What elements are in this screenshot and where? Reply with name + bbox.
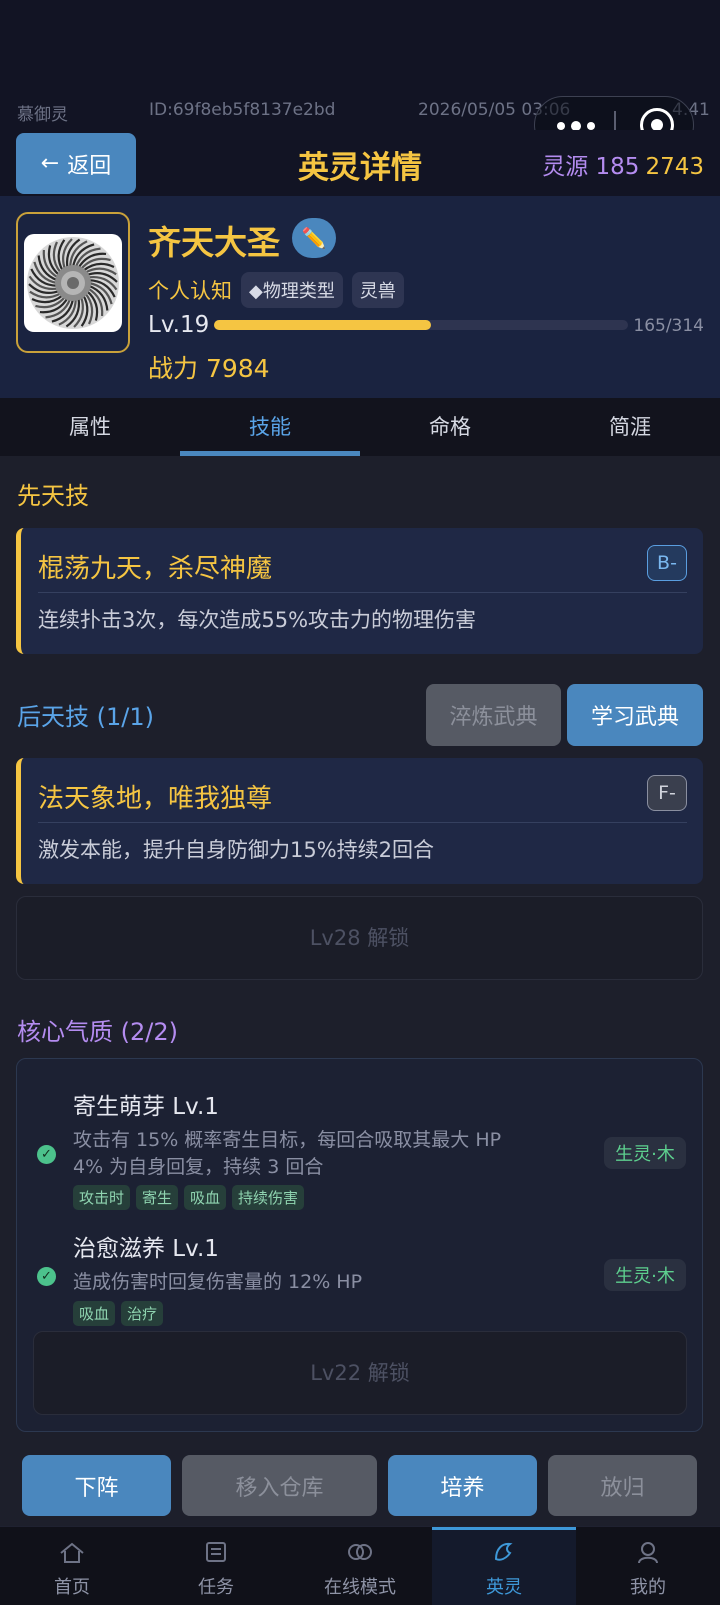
acquired-skill-desc: 激发本能，提升自身防御力15%持续2回合 bbox=[38, 838, 435, 862]
trait-tags: 攻击时 寄生 吸血 持续伤害 bbox=[73, 1185, 305, 1210]
trait-tag: 吸血 bbox=[184, 1185, 227, 1210]
innate-skill-name: 棍荡九天，杀尽神魔 bbox=[38, 554, 273, 584]
spirit-source: 灵源 185 bbox=[542, 154, 640, 180]
pencil-icon: ✏️ bbox=[301, 226, 327, 250]
exp-text: 165/314 bbox=[633, 316, 704, 336]
spiral-emblem-icon bbox=[27, 237, 119, 329]
nav-label: 在线模式 bbox=[324, 1577, 396, 1598]
acquired-section-title: 后天技 (1/1) bbox=[17, 703, 154, 731]
back-button[interactable]: ← 返回 bbox=[16, 133, 136, 194]
spirit-icon bbox=[494, 1542, 513, 1561]
tag-type: ◆物理类型 bbox=[241, 272, 343, 308]
tab-biography[interactable]: 简涯 bbox=[540, 398, 720, 456]
core-traits-panel: ✓ 寄生萌芽 Lv.1 攻击有 15% 概率寄生目标，每回合吸取其最大 HP 4… bbox=[16, 1058, 703, 1432]
detail-tabs: 属性 技能 命格 简涯 bbox=[0, 398, 720, 456]
trait-tag: 吸血 bbox=[73, 1301, 116, 1326]
nav-heroes[interactable]: 英灵 bbox=[432, 1527, 576, 1605]
tag-personal: 个人认知 bbox=[148, 279, 232, 303]
nav-tasks[interactable]: 任务 bbox=[144, 1527, 288, 1605]
tab-skills[interactable]: 技能 bbox=[180, 398, 360, 456]
train-button[interactable]: 培养 bbox=[388, 1455, 537, 1516]
trait-name: 治愈滋养 Lv.1 bbox=[73, 1236, 219, 1262]
check-icon: ✓ bbox=[37, 1145, 56, 1164]
arrow-left-icon: ← bbox=[40, 151, 60, 176]
header: ← 返回 英灵详情 灵源 185 2743 bbox=[0, 130, 720, 196]
trait-desc: 攻击有 15% 概率寄生目标，每回合吸取其最大 HP 4% 为自身回复，持续 3… bbox=[73, 1129, 502, 1178]
action-bar: 下阵 移入仓库 培养 放归 bbox=[0, 1440, 720, 1526]
trait-tag: 攻击时 bbox=[73, 1185, 131, 1210]
tab-destiny[interactable]: 命格 bbox=[360, 398, 540, 456]
tab-attributes[interactable]: 属性 bbox=[0, 398, 180, 456]
user-id: ID:69f8eb5f8137e2bd bbox=[149, 100, 336, 120]
move-to-storage-button[interactable]: 移入仓库 bbox=[182, 1455, 377, 1516]
deploy-button[interactable]: 下阵 bbox=[22, 1455, 171, 1516]
innate-section-title: 先天技 bbox=[17, 482, 89, 510]
check-icon: ✓ bbox=[37, 1267, 56, 1286]
trait-tag: 治疗 bbox=[121, 1301, 164, 1326]
tag-class: 灵兽 bbox=[351, 272, 404, 308]
hero-tags: 个人认知 ◆物理类型 灵兽 bbox=[148, 272, 404, 308]
rings-icon bbox=[348, 1544, 372, 1560]
trait-name: 寄生萌芽 Lv.1 bbox=[73, 1094, 219, 1120]
bottom-nav: 首页 任务 在线模式 英灵 我的 bbox=[0, 1526, 720, 1605]
profile-icon bbox=[638, 1542, 658, 1564]
hero-name: 齐天大圣 bbox=[148, 223, 280, 262]
refine-manual-button[interactable]: 淬炼武典 bbox=[426, 684, 561, 746]
element-badge: 生灵·木 bbox=[604, 1137, 686, 1169]
acquired-skill-card[interactable]: 法天象地，唯我独尊 F- 激发本能，提升自身防御力15%持续2回合 bbox=[16, 758, 703, 884]
gold-amount: 2743 bbox=[645, 154, 704, 180]
currency-display: 灵源 185 2743 bbox=[542, 147, 704, 181]
exp-bar-fill bbox=[214, 320, 432, 330]
trait-tags: 吸血 治疗 bbox=[73, 1301, 164, 1326]
innate-skill-desc: 连续扑击3次，每次造成55%攻击力的物理伤害 bbox=[38, 608, 477, 632]
nav-home[interactable]: 首页 bbox=[0, 1527, 144, 1605]
innate-skill-card[interactable]: 棍荡九天，杀尽神魔 B- 连续扑击3次，每次造成55%攻击力的物理伤害 bbox=[16, 528, 703, 654]
release-button[interactable]: 放归 bbox=[548, 1455, 697, 1516]
divider bbox=[38, 592, 687, 593]
core-section-title: 核心气质 (2/2) bbox=[17, 1018, 178, 1046]
nav-online[interactable]: 在线模式 bbox=[288, 1527, 432, 1605]
trait-item[interactable]: ✓ 寄生萌芽 Lv.1 攻击有 15% 概率寄生目标，每回合吸取其最大 HP 4… bbox=[17, 1087, 704, 1217]
hero-card: 齐天大圣 ✏️ 个人认知 ◆物理类型 灵兽 Lv.19 165/314 战力 7… bbox=[0, 196, 720, 398]
locked-skill-slot: Lv28 解锁 bbox=[16, 896, 703, 980]
hero-level: Lv.19 bbox=[148, 312, 210, 338]
rename-button[interactable]: ✏️ bbox=[292, 218, 336, 258]
hero-avatar[interactable] bbox=[16, 212, 130, 353]
trait-desc: 造成伤害时回复伤害量的 12% HP bbox=[73, 1271, 363, 1293]
learn-manual-button[interactable]: 学习武典 bbox=[567, 684, 703, 746]
home-icon bbox=[60, 1542, 84, 1563]
nav-label: 我的 bbox=[630, 1577, 666, 1598]
back-label: 返回 bbox=[67, 153, 112, 179]
skill-grade-badge: B- bbox=[647, 545, 687, 581]
avatar-image bbox=[24, 234, 122, 332]
app-name: 慕御灵 bbox=[17, 105, 68, 125]
nav-label: 首页 bbox=[54, 1577, 90, 1598]
nav-label: 任务 bbox=[198, 1577, 234, 1598]
locked-trait-slot: Lv22 解锁 bbox=[33, 1331, 687, 1415]
trait-tag: 持续伤害 bbox=[232, 1185, 305, 1210]
nav-profile[interactable]: 我的 bbox=[576, 1527, 720, 1605]
trait-tag: 寄生 bbox=[136, 1185, 179, 1210]
trait-item[interactable]: ✓ 治愈滋养 Lv.1 造成伤害时回复伤害量的 12% HP 吸血 治疗 生灵·… bbox=[17, 1229, 704, 1329]
scroll-icon bbox=[206, 1542, 226, 1562]
acquired-skill-name: 法天象地，唯我独尊 bbox=[38, 784, 273, 814]
divider bbox=[38, 822, 687, 823]
nav-label: 英灵 bbox=[486, 1577, 522, 1598]
combat-power: 战力 7984 bbox=[148, 354, 270, 383]
exp-bar bbox=[214, 320, 628, 330]
element-badge: 生灵·木 bbox=[604, 1259, 686, 1291]
skill-grade-badge: F- bbox=[647, 775, 687, 811]
